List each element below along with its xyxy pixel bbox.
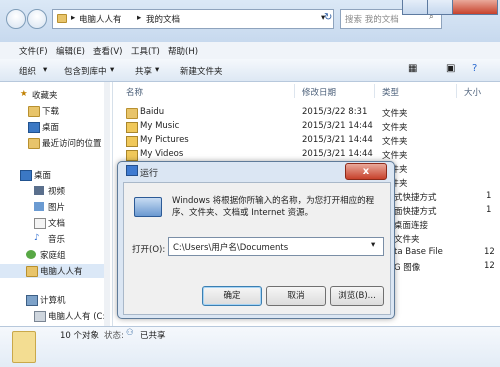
dialog-body: Windows 将根据你所输入的名称，为您打开相应的程序、文件夹、文档或 Int… — [123, 182, 391, 315]
nav-documents[interactable]: 文档 — [0, 216, 110, 230]
run-title-icon — [126, 165, 138, 176]
chevron-down-icon: ▾ — [43, 65, 48, 75]
user-folder-icon — [26, 266, 38, 277]
maximize-button[interactable] — [427, 0, 453, 15]
new-folder-button[interactable]: 新建文件夹 — [180, 65, 223, 77]
music-icon: ♪ — [34, 233, 40, 243]
menu-help[interactable]: 帮助(H) — [168, 45, 198, 57]
browse-button[interactable]: 浏览(B)... — [330, 286, 384, 306]
music-folder-icon — [126, 122, 138, 133]
videos-folder-icon — [126, 150, 138, 161]
nav-desktop-root[interactable]: 桌面 — [0, 168, 110, 182]
menu-tools[interactable]: 工具(T) — [131, 45, 160, 57]
list-item[interactable]: My Videos 2015/3/21 14:44 文件夹 — [116, 148, 500, 162]
nav-video[interactable]: 视频 — [0, 184, 110, 198]
nav-user[interactable]: 电脑人人有 — [0, 264, 110, 278]
recent-places-icon — [28, 138, 40, 149]
star-icon: ★ — [20, 89, 28, 99]
folder-preview-icon — [12, 331, 36, 363]
chevron-down-icon[interactable]: ▾ — [371, 240, 375, 250]
nav-computer[interactable]: 计算机 — [0, 293, 110, 307]
address-bar[interactable]: ▸ 电脑人人有 ▸ 我的文档 ▾ — [52, 9, 334, 29]
shared-icon: ⚇ — [126, 328, 134, 338]
view-options-icon[interactable]: ▦ — [408, 63, 417, 74]
documents-library-icon — [34, 218, 46, 229]
homegroup-icon — [26, 250, 36, 259]
computer-icon — [26, 295, 38, 306]
chevron-down-icon: ▾ — [155, 65, 160, 75]
folder-icon — [57, 14, 67, 23]
minimize-button[interactable] — [402, 0, 428, 15]
nav-homegroup[interactable]: 家庭组 — [0, 248, 110, 262]
menu-edit[interactable]: 编辑(E) — [56, 45, 85, 57]
chevron-down-icon: ▾ — [110, 65, 115, 75]
nav-scrollbar[interactable] — [104, 82, 110, 326]
pictures-library-icon — [34, 202, 44, 211]
nav-pictures[interactable]: 图片 — [0, 200, 110, 214]
chevron-icon: ▸ — [71, 13, 76, 23]
nav-drive-c[interactable]: 电脑人人有 (C: — [0, 309, 110, 323]
share-button[interactable]: 共享 — [135, 65, 152, 77]
nav-favorites[interactable]: ★ 收藏夹 — [0, 88, 110, 102]
command-bar: 组织 ▾ 包含到库中 ▾ 共享 ▾ 新建文件夹 ▦ ▣ ? — [0, 59, 500, 82]
downloads-folder-icon — [28, 106, 40, 117]
breadcrumb-item[interactable]: 电脑人人有 — [79, 13, 122, 25]
nav-desktop[interactable]: 桌面 — [0, 120, 110, 134]
cancel-button[interactable]: 取消 — [266, 286, 326, 306]
menu-file[interactable]: 文件(F) — [19, 45, 48, 57]
dialog-close-button[interactable]: x — [345, 163, 387, 180]
breadcrumb-item[interactable]: 我的文档 — [146, 13, 180, 25]
pictures-folder-icon — [126, 136, 138, 147]
column-header-type[interactable]: 类型 — [382, 86, 399, 98]
open-input[interactable]: C:\Users\用户名\Documents ▾ — [168, 237, 384, 256]
address-toolbar: ▸ 电脑人人有 ▸ 我的文档 ▾ ↻ 搜索 我的文档 ⌕ — [0, 0, 500, 42]
nav-recent[interactable]: 最近访问的位置 — [0, 136, 110, 150]
state-label: 状态: — [104, 331, 124, 341]
navigation-pane: ★ 收藏夹 下载 桌面 最近访问的位置 桌面 视频 图片 文档 ♪ 音乐 家庭组… — [0, 82, 113, 326]
help-icon[interactable]: ? — [472, 63, 477, 74]
nav-downloads[interactable]: 下载 — [0, 104, 110, 118]
dialog-description: Windows 将根据你所输入的名称，为您打开相应的程序、文件夹、文档或 Int… — [172, 196, 375, 218]
state-value: 已共享 — [140, 331, 166, 341]
column-header-date[interactable]: 修改日期 — [302, 86, 336, 98]
ok-button[interactable]: 确定 — [202, 286, 262, 306]
list-item[interactable]: Baidu 2015/3/22 8:31 文件夹 — [116, 106, 500, 120]
back-button[interactable] — [6, 9, 26, 29]
list-item[interactable]: My Pictures 2015/3/21 14:44 文件夹 — [116, 134, 500, 148]
forward-button[interactable] — [27, 9, 47, 29]
desktop-icon — [20, 170, 32, 181]
include-in-library-button[interactable]: 包含到库中 — [64, 65, 107, 77]
close-button[interactable] — [452, 0, 498, 15]
desktop-icon — [28, 122, 40, 133]
nav-music[interactable]: ♪ 音乐 — [0, 232, 110, 246]
column-header-size[interactable]: 大小 — [464, 86, 481, 98]
folder-icon — [126, 108, 138, 119]
organize-button[interactable]: 组织 — [19, 65, 36, 77]
list-item[interactable]: My Music 2015/3/21 14:44 文件夹 — [116, 120, 500, 134]
menu-bar: 文件(F) 编辑(E) 查看(V) 工具(T) 帮助(H) — [0, 42, 500, 60]
dialog-title: 运行 — [140, 169, 159, 179]
menu-view[interactable]: 查看(V) — [93, 45, 122, 57]
refresh-icon[interactable]: ↻ — [324, 12, 332, 23]
item-count: 10 个对象 — [60, 331, 100, 341]
run-program-icon — [134, 197, 162, 217]
run-dialog: 运行 x Windows 将根据你所输入的名称，为您打开相应的程序、文件夹、文档… — [117, 161, 395, 319]
status-bar: 10 个对象 状态: ⚇ 已共享 — [0, 326, 500, 367]
drive-icon — [34, 311, 46, 322]
preview-pane-icon[interactable]: ▣ — [446, 63, 455, 74]
chevron-icon: ▸ — [137, 13, 142, 23]
column-header-name[interactable]: 名称 — [126, 86, 143, 98]
open-label: 打开(O): — [132, 245, 166, 255]
video-library-icon — [34, 186, 44, 195]
